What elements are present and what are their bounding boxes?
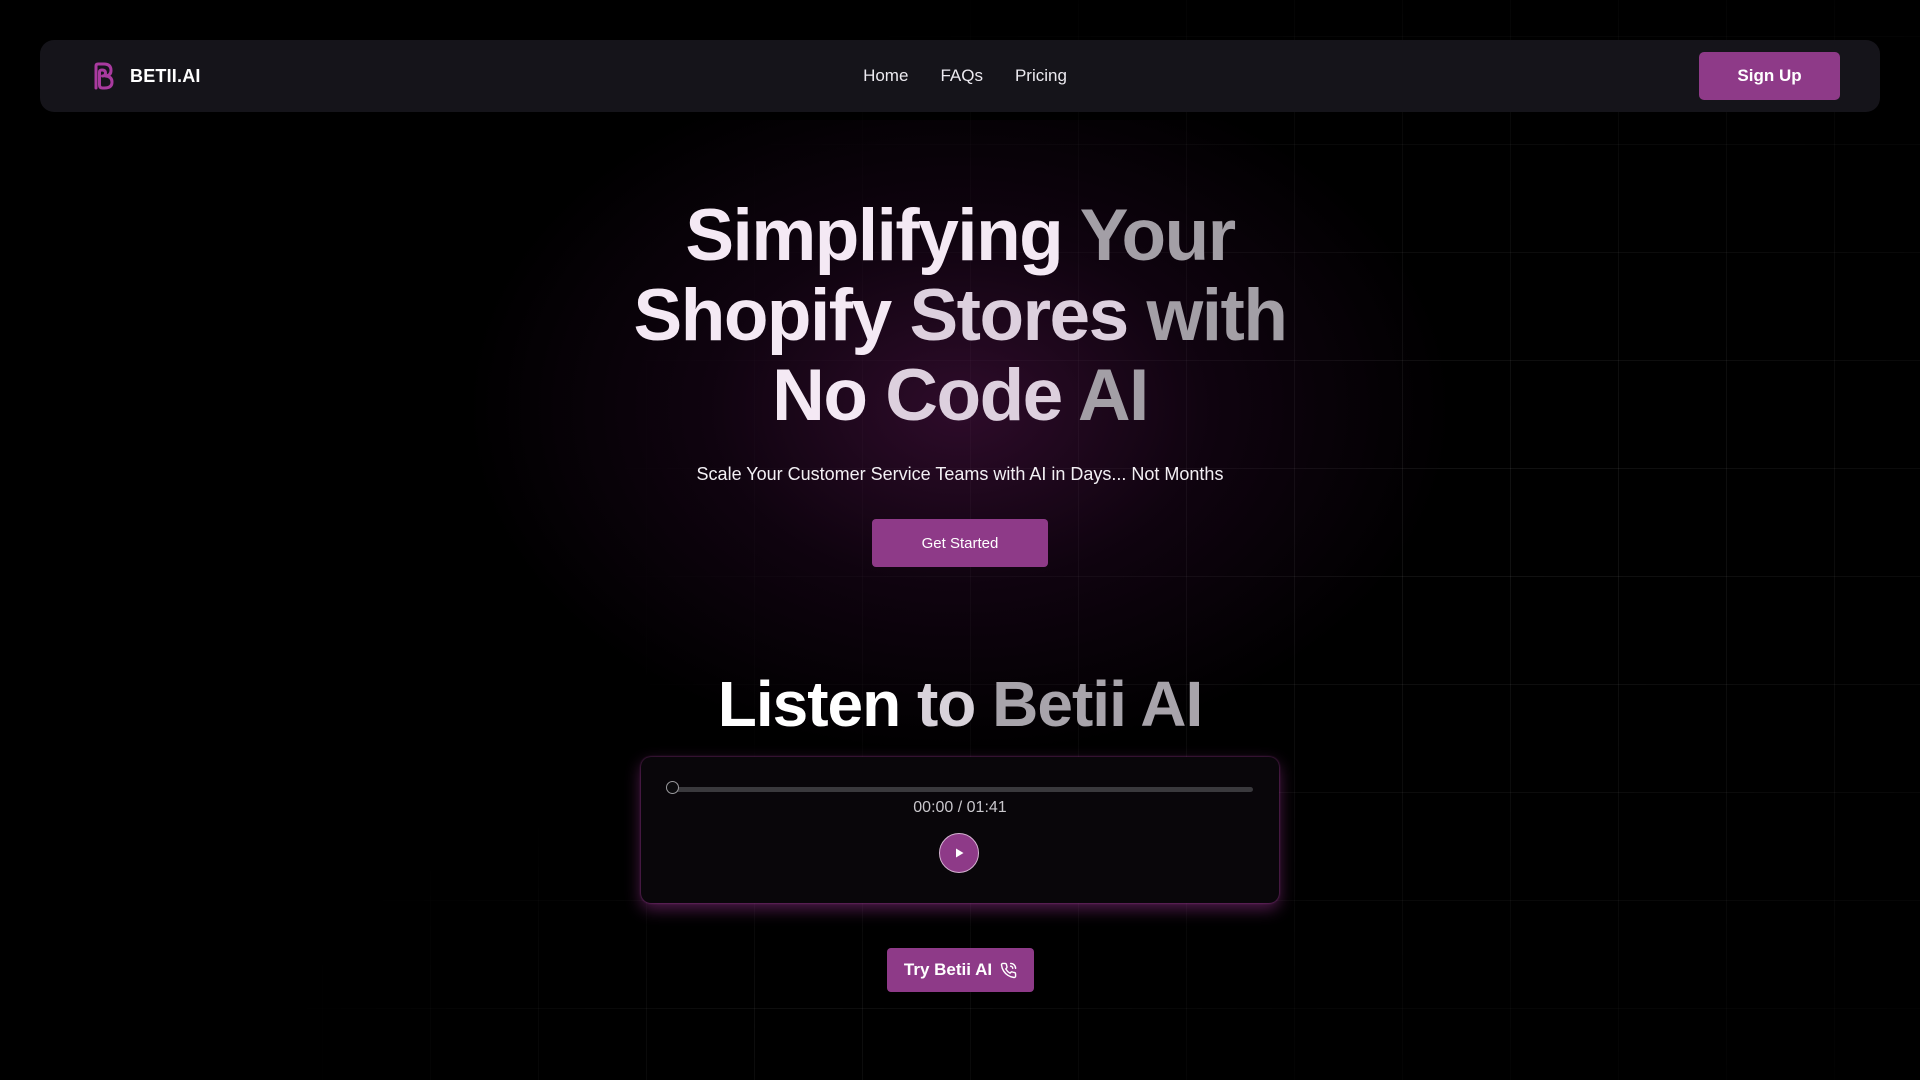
nav-link-faqs[interactable]: FAQs: [940, 66, 983, 86]
hero-word: No: [772, 355, 868, 436]
play-icon: [956, 848, 964, 858]
hero-title-line-2: Shopify Stores with: [460, 276, 1460, 356]
hero-word: Simplifying: [685, 195, 1063, 276]
hero-subtitle: Scale Your Customer Service Teams with A…: [696, 464, 1224, 484]
hero-title: Simplifying Your Shopify Stores with No …: [460, 196, 1460, 436]
audio-player: 00:00 / 01:41: [641, 757, 1279, 903]
hero-word: Your: [1079, 195, 1236, 276]
top-navbar: BETII.AI Home FAQs Pricing Sign Up: [40, 40, 1880, 112]
hero-word: AI: [1077, 355, 1150, 436]
listen-word: Betii AI: [992, 668, 1203, 740]
hero-word: Shopify: [633, 275, 893, 356]
hero-word: with: [1146, 275, 1287, 356]
try-betii-ai-button[interactable]: Try Betii AI: [887, 948, 1034, 992]
nav-link-home[interactable]: Home: [863, 66, 908, 86]
listen-title: Listen to Betii AI: [460, 664, 1460, 744]
hero-word: Code: [885, 355, 1063, 436]
try-betii-ai-label: Try Betii AI: [903, 960, 993, 979]
hero-title-line-3: No Code AI: [460, 356, 1460, 436]
listen-word: Listen: [717, 668, 901, 740]
play-button[interactable]: [939, 833, 979, 873]
hero-word: Stores: [909, 275, 1129, 356]
nav-link-pricing[interactable]: Pricing: [1015, 66, 1067, 86]
listen-word: to: [916, 668, 976, 740]
nav-links: Home FAQs Pricing: [40, 40, 1880, 112]
get-started-button[interactable]: Get Started: [872, 519, 1048, 567]
audio-seek-handle[interactable]: [666, 781, 679, 794]
phone-call-icon: [1000, 962, 1017, 978]
sign-up-button[interactable]: Sign Up: [1699, 52, 1840, 100]
audio-time-display: 00:00 / 01:41: [913, 799, 1007, 816]
hero-title-line-1: Simplifying Your: [460, 196, 1460, 276]
audio-seek-bar[interactable]: [666, 781, 1253, 794]
